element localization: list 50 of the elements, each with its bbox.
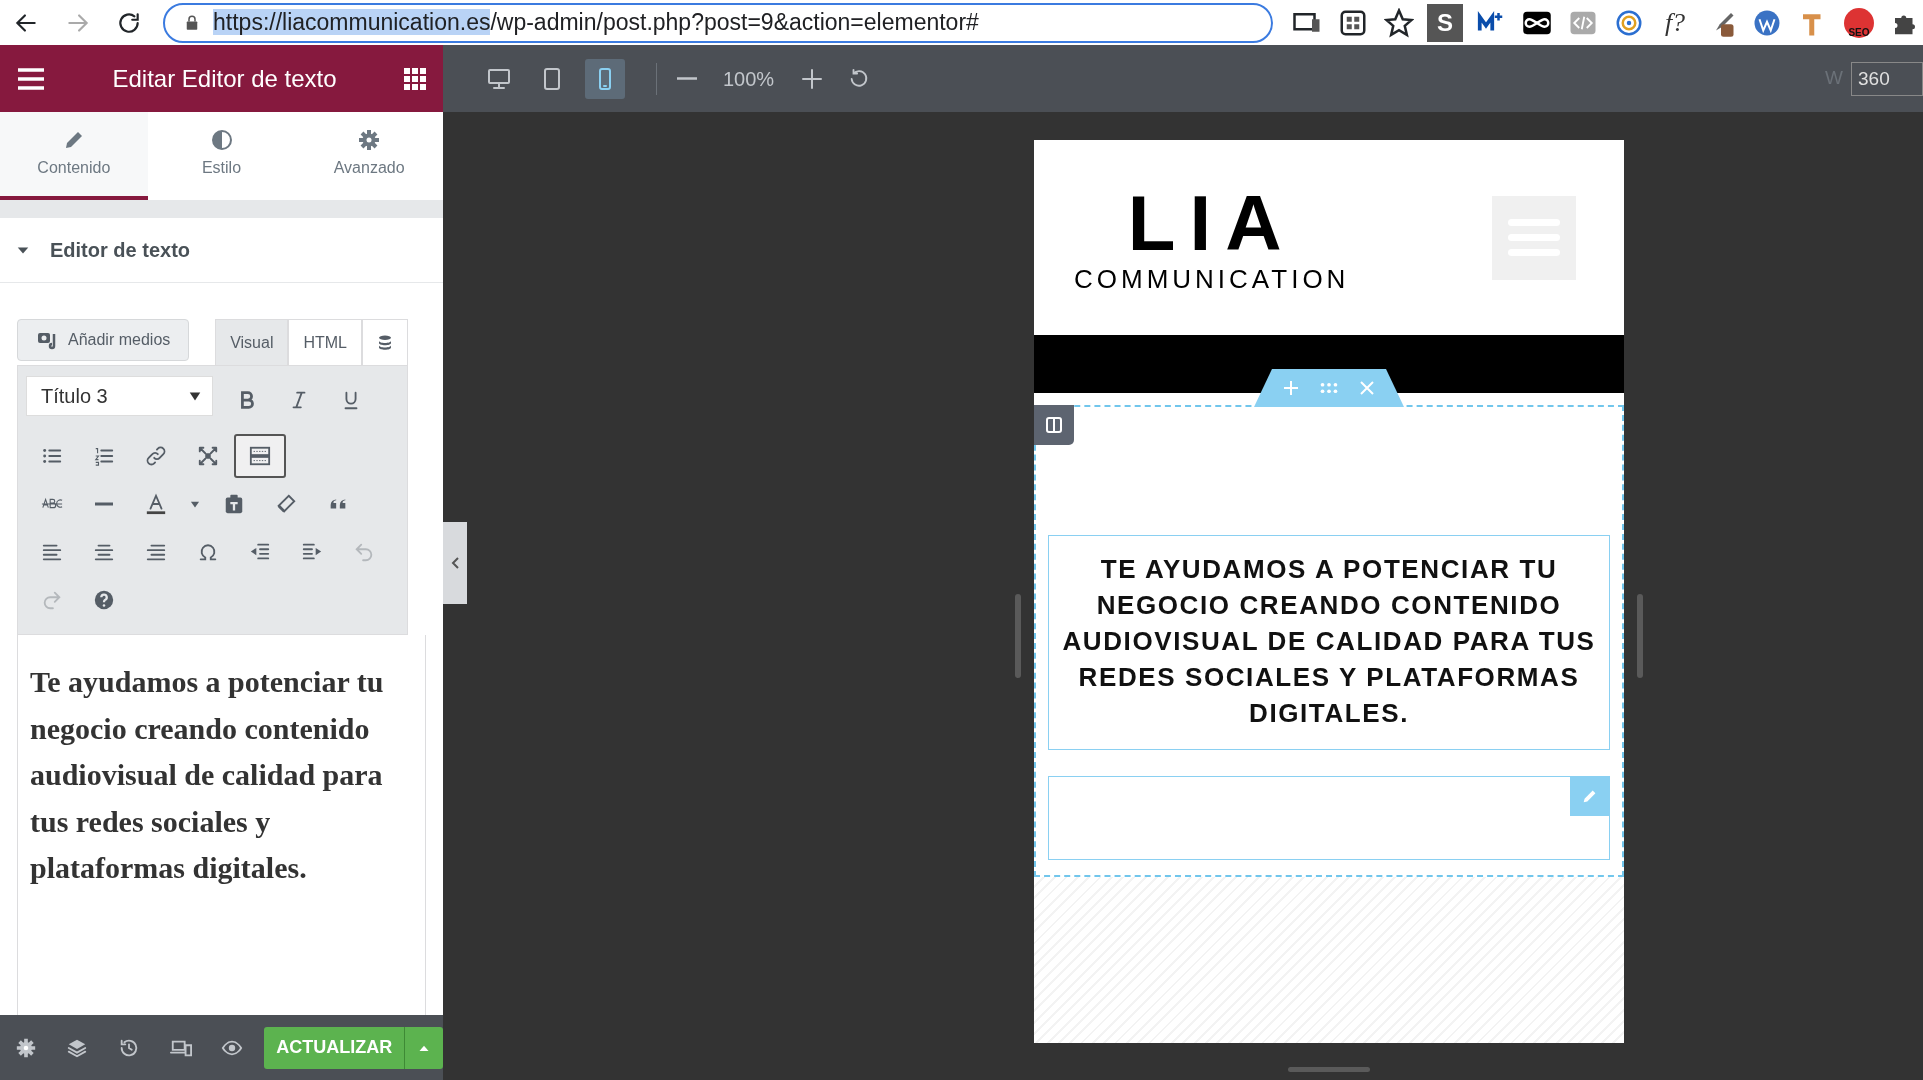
horizontal-line-icon xyxy=(95,502,113,506)
omega-icon xyxy=(197,541,219,563)
numbered-list-icon xyxy=(93,445,115,467)
database-button[interactable] xyxy=(362,319,408,365)
settings-icon xyxy=(14,1036,37,1059)
address-bar[interactable]: https://liacommunication.es/wp-admin/post.php?post=9&action=elementor# xyxy=(163,2,1273,43)
desktop-icon xyxy=(487,66,511,91)
apps-grid-icon xyxy=(403,66,427,91)
zoom-out-icon xyxy=(677,77,697,80)
contrast-icon xyxy=(209,128,234,152)
width-field[interactable]: 360 xyxy=(1851,61,1923,96)
chevron-left-icon xyxy=(450,556,460,570)
undo-icon xyxy=(353,541,375,563)
section-title[interactable]: Editor de texto xyxy=(50,235,190,265)
extension-label: SEO xyxy=(1848,25,1870,40)
add-icon xyxy=(1283,380,1299,396)
redo-icon xyxy=(41,589,63,611)
eraser-icon xyxy=(275,493,297,515)
add-media-button[interactable]: Añadir medios xyxy=(17,319,190,361)
heading-text[interactable]: TE AYUDAMOS A POTENCIAR TU NEGOCIO CREANDO CONTENIDO AUDIOVISUAL DE CALIDAD PARA TUS REDES SOCIALES Y PLATAFORMAS DIGITALES. xyxy=(1048,535,1610,751)
resize-handle[interactable] xyxy=(1288,1067,1370,1072)
update-options-button[interactable] xyxy=(404,1026,443,1069)
resize-handle[interactable] xyxy=(1637,594,1643,678)
column-button[interactable] xyxy=(1034,405,1074,445)
help-icon xyxy=(93,589,115,611)
columns-icon xyxy=(1045,416,1063,434)
panel-title: Editar Editor de texto xyxy=(112,63,337,94)
format-dropdown[interactable]: Título 3 xyxy=(26,376,213,416)
toolbar-button[interactable] xyxy=(234,434,286,478)
link-icon xyxy=(145,445,167,467)
editor-tab[interactable]: HTML xyxy=(288,319,362,365)
database-icon xyxy=(376,334,394,353)
keyboard-icon xyxy=(249,445,271,467)
extension-icon[interactable]: S xyxy=(1427,3,1463,42)
settings-icon xyxy=(357,128,382,152)
zoom-in-icon xyxy=(800,66,825,91)
editor-tab[interactable]: Visual xyxy=(215,319,289,365)
logo: LIA COMMUNICATION xyxy=(1074,183,1350,292)
extension-icon xyxy=(1384,7,1414,38)
resize-handle[interactable] xyxy=(1015,594,1021,678)
url-text: https://liacommunication.es/wp-admin/post.php?post=9&action=elementor# xyxy=(213,8,979,38)
zoom-level: 100% xyxy=(723,66,775,92)
fullscreen-icon xyxy=(197,445,219,467)
close-icon xyxy=(1359,380,1375,396)
panel-tab[interactable]: Contenido xyxy=(0,112,148,200)
drag-handle-icon xyxy=(1319,382,1339,394)
extension-icon[interactable]: f? xyxy=(1657,3,1693,42)
paste-icon xyxy=(223,493,245,515)
text-color-icon xyxy=(145,493,167,515)
device-toggle[interactable] xyxy=(585,58,625,99)
